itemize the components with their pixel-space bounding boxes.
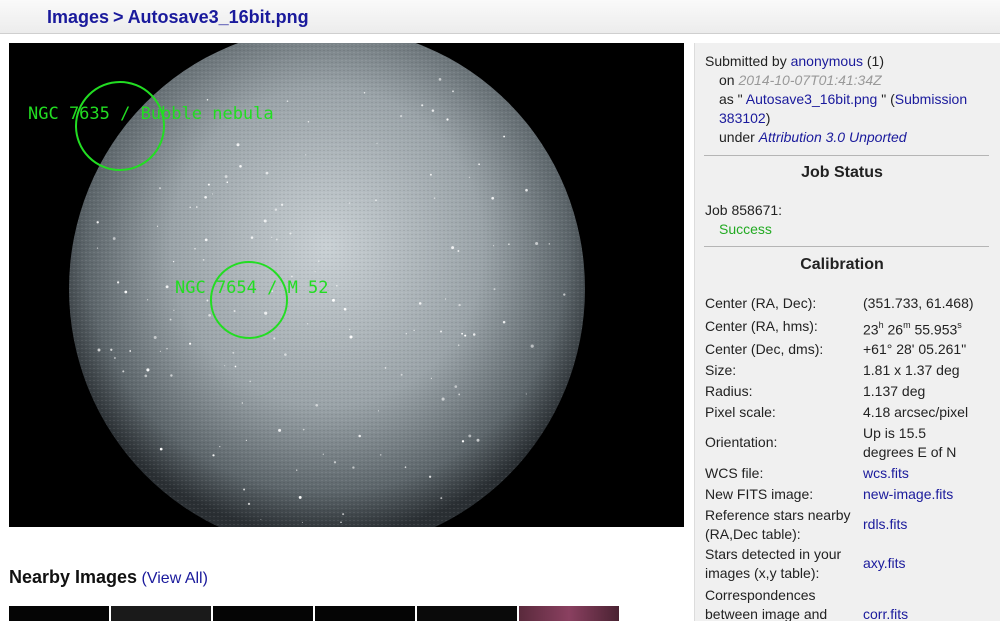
calib-label: WCS file: (705, 465, 764, 481)
close-paren: ) (765, 110, 771, 126)
as-label: as " (719, 91, 743, 107)
calib-value: +61° 28' 05.261" (863, 341, 967, 357)
under-label: under (719, 129, 755, 145)
rdls-fits-link[interactable]: rdls.fits (863, 515, 993, 534)
calib-label: Orientation: (705, 434, 778, 450)
corr-fits-link[interactable]: corr.fits (863, 605, 993, 621)
job-id: Job 858671: (705, 202, 783, 218)
license-line: under Attribution 3.0 Unported (719, 128, 907, 147)
calib-label: Center (RA, Dec): (705, 295, 817, 311)
calib-label: Center (Dec, dms): (705, 341, 824, 357)
nearby-thumbnail[interactable] (111, 606, 211, 621)
job-status-title: Job Status (801, 164, 883, 181)
wcs-file-link[interactable]: wcs.fits (863, 464, 993, 483)
calib-label: Center (RA, hms): (705, 318, 818, 334)
calib-value: (351.733, 61.468) (863, 295, 974, 311)
nearby-thumbnail[interactable] (213, 606, 313, 621)
calib-value: 23h 26m 55.953s (863, 320, 962, 338)
job-status-value: Success (719, 221, 772, 237)
breadcrumb-current-link[interactable]: Autosave3_16bit.png (128, 7, 309, 27)
calib-label: Reference stars nearby (RA,Dec table): (705, 507, 851, 542)
axy-fits-link[interactable]: axy.fits (863, 554, 993, 573)
as-suffix: " ( (881, 91, 895, 107)
nearby-thumbnail[interactable] (9, 606, 109, 621)
submitted-by-line: Submitted by anonymous (1) (705, 52, 884, 71)
submitted-as-line: as " Autosave3_16bit.png " (Submission (719, 90, 967, 109)
calib-value: 4.18 arcsec/pixel (863, 404, 969, 420)
annotated-sky-image: NGC 7635 / Bubble nebula NGC 7654 / M 52 (9, 43, 684, 527)
calib-value: Up is 15.5 degrees E of N (863, 425, 957, 460)
nearby-thumbnail[interactable] (417, 606, 517, 621)
calib-label: Correspondences between image and (705, 587, 828, 621)
user-link[interactable]: anonymous (791, 53, 863, 69)
top-bar: Images > Autosave3_16bit.png (0, 0, 1000, 34)
annotation-label: NGC 7654 / M 52 (175, 278, 329, 298)
info-sidebar: Submitted by anonymous (1) on 2014-10-07… (694, 43, 1000, 621)
submission-id-link[interactable]: 383102 (719, 110, 766, 126)
on-label: on (719, 72, 735, 88)
license-link[interactable]: Attribution 3.0 Unported (759, 129, 907, 145)
calib-label: Pixel scale: (705, 404, 776, 420)
calib-label: Size: (705, 362, 737, 378)
nearby-images-heading: Nearby Images (View All) (9, 567, 208, 588)
breadcrumb-separator: > (113, 7, 124, 27)
nearby-thumbnail[interactable] (315, 606, 415, 621)
user-count: (1) (866, 53, 885, 69)
nearby-thumbnail[interactable] (519, 606, 619, 621)
calib-value: 1.137 deg (863, 383, 926, 399)
breadcrumb: Images > Autosave3_16bit.png (47, 7, 309, 28)
submission-date: 2014-10-07T01:41:34Z (738, 72, 882, 88)
view-all-link[interactable]: (View All) (142, 570, 208, 587)
nearby-images-title: Nearby Images (9, 567, 138, 587)
astro-image[interactable]: NGC 7635 / Bubble nebula NGC 7654 / M 52 (9, 43, 684, 527)
calib-label: New FITS image: (705, 486, 814, 502)
breadcrumb-images-link[interactable]: Images (47, 7, 109, 27)
submission-link[interactable]: Submission (895, 91, 967, 107)
divider (704, 246, 989, 247)
calib-value: 1.81 x 1.37 deg (863, 362, 960, 378)
submission-id-line: 383102) (719, 109, 770, 128)
nearby-thumbnails (9, 606, 621, 621)
annotation-label: NGC 7635 / Bubble nebula (28, 104, 274, 124)
calib-label: Radius: (705, 383, 753, 399)
calibration-title: Calibration (800, 256, 884, 273)
new-image-fits-link[interactable]: new-image.fits (863, 485, 993, 504)
submitted-by-label: Submitted by (705, 53, 787, 69)
submitted-on-line: on 2014-10-07T01:41:34Z (719, 71, 882, 90)
divider (704, 155, 989, 156)
calib-label: Stars detected in your images (x,y table)… (705, 546, 842, 581)
filename-link[interactable]: Autosave3_16bit.png (746, 91, 878, 107)
